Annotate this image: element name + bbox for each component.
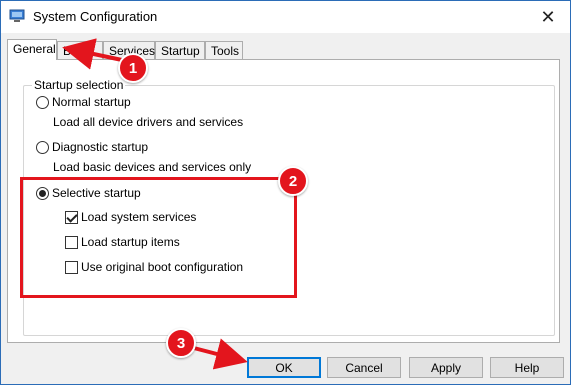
arrow-to-general-tab [62, 38, 123, 70]
tab-general[interactable]: General [7, 39, 57, 60]
arrow-to-ok-button [189, 338, 248, 370]
annotation-marker-2: 2 [278, 166, 308, 196]
annotation-marker-3: 3 [166, 328, 196, 358]
annotation-marker-1: 1 [118, 53, 148, 83]
